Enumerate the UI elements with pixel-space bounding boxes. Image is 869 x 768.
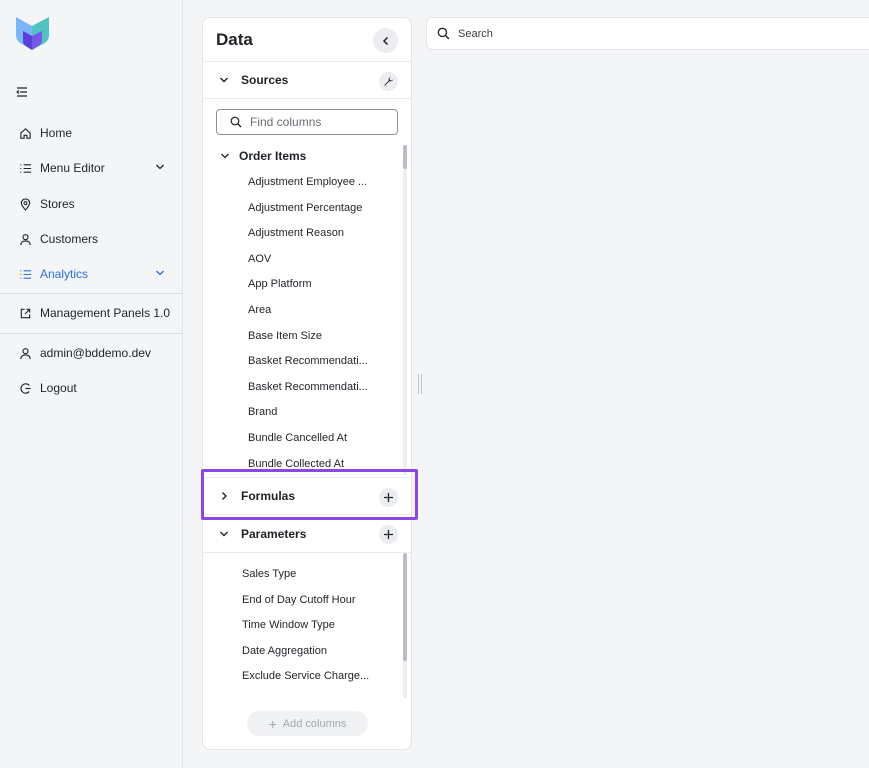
nav-item-menu-editor[interactable]: Menu Editor (0, 152, 183, 184)
user-icon (18, 232, 32, 246)
parameters-scrollbar[interactable] (403, 553, 407, 698)
column-item[interactable]: Area (248, 298, 383, 324)
nav-item-stores[interactable]: Stores (0, 188, 183, 220)
plus-icon (384, 493, 393, 502)
nav-item-label: Menu Editor (40, 161, 105, 175)
parameters-scrollbar-thumb[interactable] (403, 553, 407, 661)
group-label: Order Items (239, 149, 307, 163)
nav-item-customers[interactable]: Customers (0, 223, 183, 255)
chevron-down-icon[interactable] (155, 268, 165, 278)
nav-item-home[interactable]: Home (0, 117, 183, 149)
parameters-label: Parameters (241, 526, 307, 541)
chevron-down-icon (218, 74, 230, 86)
nav-item-management-panels[interactable]: Management Panels 1.0 (0, 297, 183, 329)
search-icon (230, 116, 242, 128)
chevron-right-icon (218, 490, 230, 502)
columns-scrollbar[interactable] (403, 145, 407, 475)
column-item[interactable]: Adjustment Employee ... (248, 170, 383, 196)
collapse-panel-button[interactable] (373, 28, 398, 53)
parameter-item[interactable]: Time Window Type (242, 613, 382, 639)
nav-item-label: Customers (40, 232, 99, 246)
formulas-section-header[interactable]: Formulas (203, 477, 411, 515)
order-items-group-header[interactable]: Order Items (220, 149, 306, 163)
parameter-item[interactable]: Date Aggregation (242, 639, 382, 665)
parameter-item[interactable]: Sales Type (242, 562, 382, 588)
parameter-item[interactable]: End of Day Cutoff Hour (242, 588, 382, 614)
column-item[interactable]: Base Item Size (248, 324, 383, 350)
search-icon (437, 27, 450, 40)
side-nav: Home Menu Editor Stores Customers Analyt… (0, 0, 183, 768)
column-item[interactable]: Bundle Collected At (248, 452, 383, 478)
wrench-button[interactable] (379, 72, 398, 91)
list-icon (18, 161, 32, 175)
parameter-item[interactable]: Exclude Service Charge... (242, 664, 382, 690)
user-icon (18, 346, 32, 360)
add-formula-button[interactable] (379, 488, 398, 507)
column-item[interactable]: Basket Recommendati... (248, 375, 383, 401)
nav-item-label: Stores (40, 197, 75, 211)
chevron-down-icon[interactable] (155, 162, 165, 172)
column-item[interactable]: Brand (248, 400, 383, 426)
nav-item-label: Analytics (40, 267, 89, 281)
column-item[interactable]: AOV (248, 247, 383, 273)
search-bar[interactable] (426, 17, 869, 50)
nav-item-label: admin@bddemo.dev (40, 346, 151, 360)
plus-icon: + (268, 715, 277, 732)
add-columns-label: Add columns (282, 717, 347, 730)
column-item[interactable]: App Platform (248, 272, 383, 298)
nav-item-account[interactable]: admin@bddemo.dev (0, 337, 183, 369)
nav-item-label: Home (40, 126, 73, 140)
find-columns-input[interactable] (250, 115, 380, 129)
sources-section-header[interactable]: Sources (203, 61, 411, 99)
data-panel: Data Sources Order Items Adjustment Empl… (202, 17, 412, 750)
search-input[interactable] (458, 27, 838, 40)
wrench-icon (384, 76, 394, 86)
nav-divider (0, 293, 183, 294)
chevron-down-icon (218, 528, 230, 540)
chevron-down-icon (220, 151, 230, 161)
nav-divider (0, 333, 183, 334)
logout-icon (18, 381, 32, 395)
collapse-nav-icon[interactable] (14, 84, 30, 100)
app-logo[interactable] (16, 17, 49, 50)
find-columns-field[interactable] (216, 109, 398, 135)
plus-icon (384, 530, 393, 539)
sources-label: Sources (241, 73, 289, 87)
location-pin-icon (18, 197, 32, 211)
add-columns-button[interactable]: + Add columns (247, 711, 368, 736)
nav-item-logout[interactable]: Logout (0, 372, 183, 404)
formulas-label: Formulas (241, 489, 296, 503)
column-item[interactable]: Basket Recommendati... (248, 349, 383, 375)
nav-item-analytics[interactable]: Analytics (0, 258, 183, 290)
column-item[interactable]: Adjustment Percentage (248, 196, 383, 222)
panel-resize-handle[interactable] (418, 374, 422, 394)
external-link-icon (18, 306, 32, 320)
nav-item-label: Logout (40, 381, 77, 395)
chevron-left-icon (382, 36, 388, 45)
list-icon (18, 267, 32, 281)
add-parameter-button[interactable] (379, 525, 398, 544)
nav-item-label: Management Panels 1.0 (40, 306, 171, 320)
parameter-list: Sales Type End of Day Cutoff Hour Time W… (242, 562, 382, 690)
panel-title: Data (216, 30, 253, 49)
column-item[interactable]: Adjustment Reason (248, 221, 383, 247)
column-item[interactable]: Bundle Cancelled At (248, 426, 383, 452)
columns-scrollbar-thumb[interactable] (403, 145, 407, 169)
column-list: Adjustment Employee ... Adjustment Perce… (248, 170, 383, 477)
parameters-section-header[interactable]: Parameters (203, 515, 411, 553)
home-icon (18, 126, 32, 140)
